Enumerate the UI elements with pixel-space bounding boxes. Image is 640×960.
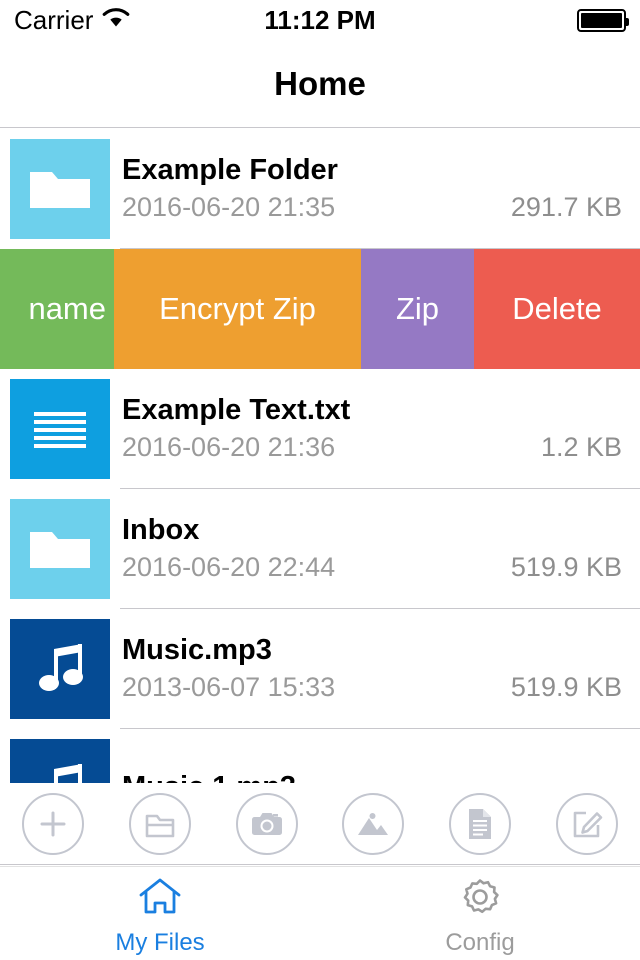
table-row[interactable]: Example Text.txt 2016-06-20 21:36 1.2 KB (0, 369, 640, 489)
camera-icon[interactable] (235, 792, 298, 855)
file-size: 1.2 KB (540, 432, 622, 462)
tab-bar: My Files Config (0, 866, 640, 960)
rename-button[interactable]: name (0, 249, 114, 369)
file-date: 2016-06-20 22:44 (122, 552, 336, 583)
swipe-action-bar[interactable]: name Encrypt Zip Zip Delete (0, 249, 640, 369)
file-date: 2013-06-07 15:33 (122, 672, 336, 703)
file-text-block: Music.mp3 2013-06-07 15:33 (122, 634, 511, 703)
folder-icon (10, 139, 110, 239)
status-bar-right (577, 8, 629, 32)
battery-cap (626, 17, 629, 26)
battery-icon (577, 8, 629, 32)
table-row[interactable]: Inbox 2016-06-20 22:44 519.9 KB (0, 489, 640, 609)
file-name: Music.mp3 (122, 634, 272, 667)
tab-config[interactable]: Config (320, 867, 640, 960)
text-file-icon (10, 379, 110, 479)
gear-icon (458, 876, 502, 923)
file-list[interactable]: Example Folder 2016-06-20 21:35 291.7 KB… (0, 129, 640, 783)
file-name: Example Folder (122, 154, 338, 187)
folder-icon (10, 499, 110, 599)
home-icon (137, 876, 183, 923)
file-name: Example Text.txt (122, 394, 351, 427)
file-text-block: Music 1.mp3 (122, 771, 622, 783)
carrier-label: Carrier (14, 4, 94, 35)
wifi-icon (102, 7, 130, 33)
file-text-block: Inbox 2016-06-20 22:44 (122, 514, 511, 583)
file-text-block: Example Folder 2016-06-20 21:35 (122, 154, 511, 223)
tab-label-my-files: My Files (115, 929, 205, 956)
table-row[interactable]: Music.mp3 2013-06-07 15:33 519.9 KB (0, 609, 640, 729)
tab-label-config: Config (445, 929, 515, 956)
file-name: Music 1.mp3 (122, 771, 622, 783)
action-toolbar (0, 783, 640, 865)
page-title: Home (274, 64, 366, 102)
encrypt-zip-button[interactable]: Encrypt Zip (114, 249, 361, 369)
delete-button[interactable]: Delete (474, 249, 640, 369)
tab-my-files[interactable]: My Files (0, 867, 320, 960)
compose-icon[interactable] (555, 792, 618, 855)
nav-bar: Home (0, 40, 640, 128)
plus-icon[interactable] (22, 792, 85, 855)
file-size: 519.9 KB (510, 672, 622, 702)
file-name: Inbox (122, 514, 200, 547)
battery-fill (581, 12, 622, 28)
music-file-icon (10, 619, 110, 719)
status-bar-left: Carrier (14, 5, 130, 36)
file-date: 2016-06-20 21:35 (122, 192, 336, 223)
file-date: 2016-06-20 21:36 (122, 432, 336, 463)
table-row[interactable]: Example Folder 2016-06-20 21:35 291.7 KB (0, 129, 640, 249)
zip-button[interactable]: Zip (361, 249, 474, 369)
file-text-block: Example Text.txt 2016-06-20 21:36 (122, 394, 541, 463)
status-bar: Carrier 11:12 PM (0, 0, 640, 40)
music-file-icon (10, 739, 110, 783)
document-icon[interactable] (448, 792, 511, 855)
table-row[interactable]: Music 1.mp3 (0, 729, 640, 783)
photo-icon[interactable] (342, 792, 405, 855)
file-size: 291.7 KB (510, 192, 622, 222)
file-size: 519.9 KB (510, 552, 622, 582)
new-folder-icon[interactable] (128, 792, 191, 855)
